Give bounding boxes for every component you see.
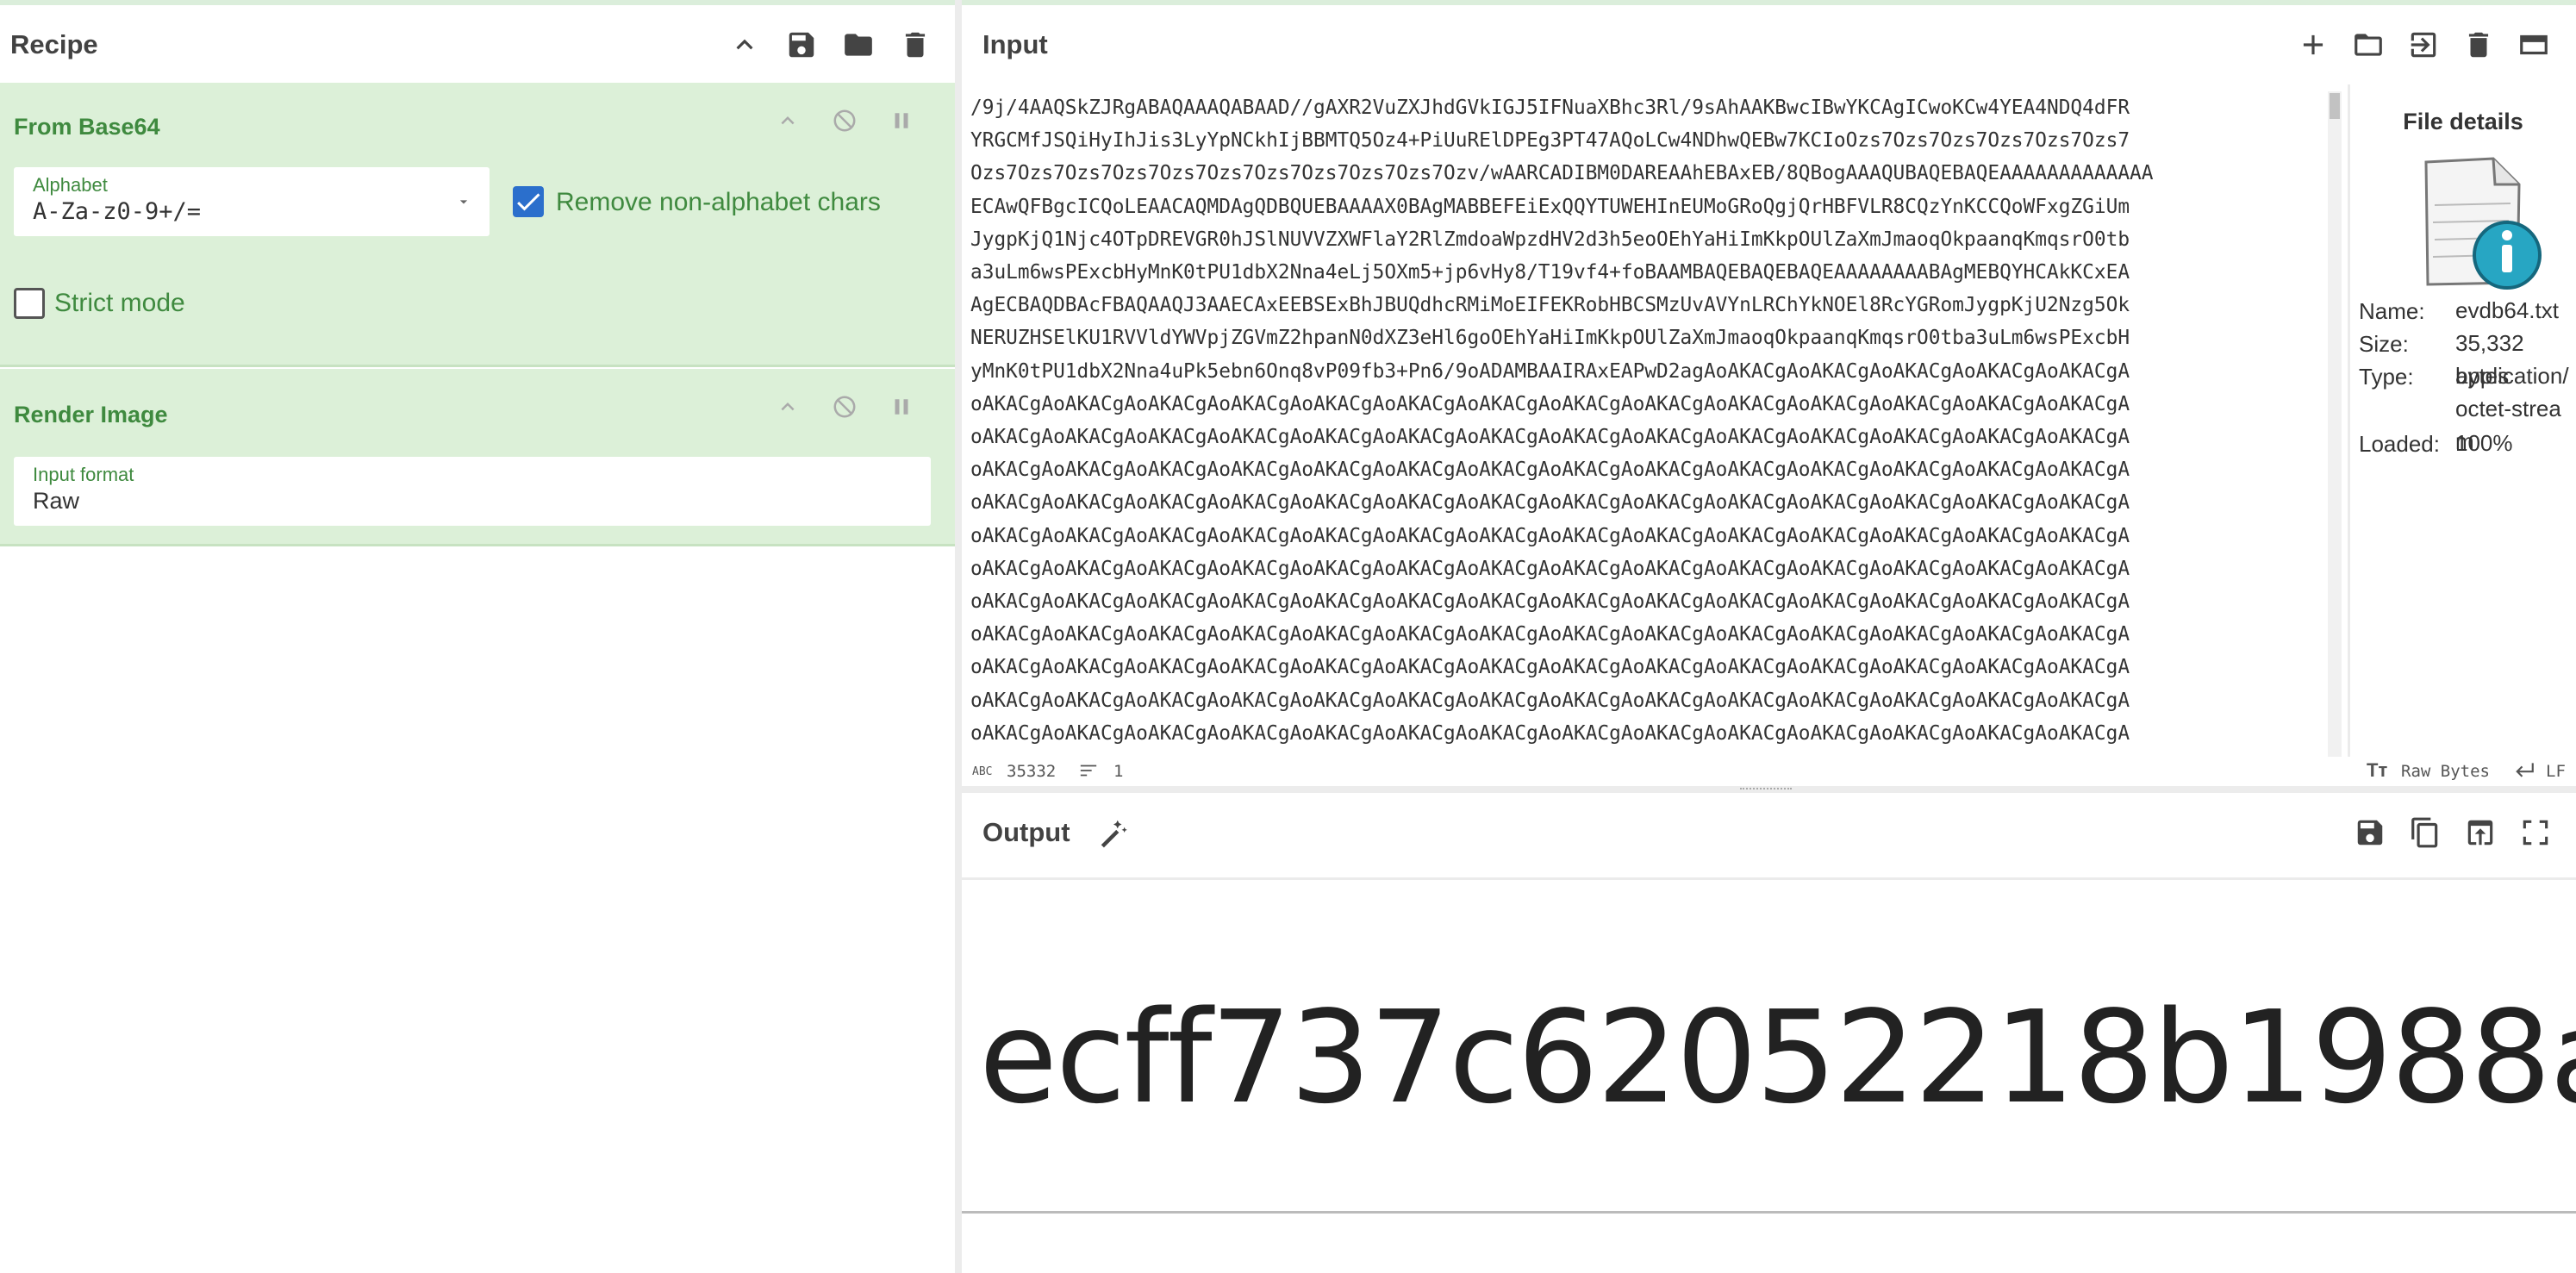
output-pane: Output ecff737c62052218b1988a5d12	[962, 793, 2576, 1273]
input-text-line: /9j/4AAQSkZJRgABAQAAAQABAAD//gAXR2VuZXJh…	[970, 97, 2130, 119]
output-header-controls	[2351, 793, 2554, 872]
input-title: Input	[982, 29, 1048, 59]
input-length: 35332	[1007, 762, 1057, 781]
save-recipe-icon[interactable]	[783, 26, 820, 64]
output-display[interactable]: ecff737c62052218b1988a5d12	[962, 877, 2576, 1214]
disable-operation-icon[interactable]	[826, 102, 864, 140]
operation-controls	[769, 102, 920, 140]
strict-mode-label: Strict mode	[54, 289, 185, 317]
cyberchef-app: Recipe From Base64 Alphabet A-Za-z0-9+/=…	[0, 0, 2576, 1273]
input-text-line: JygpKjQ1Njc4OTpDREVGR0hJSlNUVVZXWFlaY2Rl…	[970, 228, 2130, 251]
maximise-output-icon[interactable]	[2517, 814, 2554, 852]
input-text-line: oAKACgAoAKACgAoAKACgAoAKACgAoAKACgAoAKAC…	[970, 623, 2130, 646]
file-details-panel: File details Name: evdb64.txt Size: 35,3…	[2348, 84, 2576, 757]
file-size-label: Size:	[2359, 331, 2409, 357]
file-info-icon	[2416, 153, 2545, 300]
rendered-image-text: ecff737c62052218b1988a5d12	[979, 983, 2576, 1132]
disable-operation-icon[interactable]	[826, 388, 864, 426]
input-textarea[interactable]: /9j/4AAQSkZJRgABAQAAAQABAAD//gAXR2VuZXJh…	[970, 91, 2325, 757]
alphabet-label: Alphabet	[33, 174, 108, 196]
recipe-pane: Recipe From Base64 Alphabet A-Za-z0-9+/=…	[0, 5, 955, 1273]
file-name-value: evdb64.txt	[2455, 297, 2559, 323]
input-lines: 1	[1113, 762, 1124, 781]
pause-operation-icon[interactable]	[883, 102, 920, 140]
input-text-line: oAKACgAoAKACgAoAKACgAoAKACgAoAKACgAoAKAC…	[970, 392, 2130, 415]
input-format-label: Input format	[33, 464, 134, 485]
input-pane: Input /9j/4AAQSkZJRgABAQAAAQABAAD//gAXR2…	[962, 5, 2576, 781]
copy-output-icon[interactable]	[2406, 814, 2444, 852]
input-text-line: yMnK0tPU1dbX2Nna4uPk5ebn6Onq8vP09fb3+Pn6…	[970, 359, 2130, 383]
input-format-value: Raw	[33, 488, 80, 514]
input-text-line: a3uLm6wsPExcbHyMnK0tPU1dbX2Nna4eLj5OXm5+…	[970, 261, 2130, 284]
pane-divider-vertical[interactable]	[955, 0, 962, 1273]
file-details-title: File details	[2403, 109, 2523, 134]
operation-from-base64[interactable]: From Base64 Alphabet A-Za-z0-9+/= Remove…	[0, 83, 955, 367]
file-loaded-value: 100%	[2455, 430, 2513, 456]
input-format-field[interactable]: Input format Raw	[14, 457, 931, 526]
input-text-line: oAKACgAoAKACgAoAKACgAoAKACgAoAKACgAoAKAC…	[970, 426, 2130, 449]
recipe-title: Recipe	[10, 29, 98, 59]
collapse-operation-icon[interactable]	[769, 388, 807, 426]
save-output-icon[interactable]	[2351, 814, 2389, 852]
magic-wand-icon[interactable]	[1095, 814, 1132, 852]
operation-controls	[769, 388, 920, 426]
input-text-line: ECAwQFBgcICQoLEAACAQMDAgQDBQUEBAAAAX0BAg…	[970, 195, 2130, 218]
eol-icon[interactable]	[2513, 760, 2535, 783]
remove-nonalpha-checkbox[interactable]	[513, 186, 544, 217]
file-name-label: Name:	[2359, 298, 2425, 324]
operation-title: From Base64	[14, 114, 160, 140]
input-text-line: oAKACgAoAKACgAoAKACgAoAKACgAoAKACgAoAKAC…	[970, 557, 2130, 580]
replace-input-with-output-icon[interactable]	[2461, 814, 2499, 852]
output-title: Output	[982, 817, 1070, 847]
collapse-operation-icon[interactable]	[769, 102, 807, 140]
input-encoding[interactable]: Raw Bytes	[2401, 762, 2490, 781]
text-encoding-icon[interactable]: Tт	[2367, 759, 2387, 782]
alphabet-value: A-Za-z0-9+/=	[33, 198, 202, 225]
input-eol[interactable]: LF	[2546, 762, 2566, 781]
output-header: Output	[982, 793, 1132, 872]
input-text-line: oAKACgAoAKACgAoAKACgAoAKACgAoAKACgAoAKAC…	[970, 459, 2130, 482]
input-text-line: Ozs7Ozs7Ozs7Ozs7Ozs7Ozs7Ozs7Ozs7Ozs7Ozs7…	[970, 162, 2154, 185]
input-text-line: oAKACgAoAKACgAoAKACgAoAKACgAoAKACgAoAKAC…	[970, 689, 2130, 712]
input-text-line: AgECBAQDBAcFBAQAAQJ3AAECAxEEBSExBhJBUQdh…	[970, 294, 2130, 317]
input-status-bar: ABC 35332 1 Tт Raw Bytes LF	[962, 755, 2576, 789]
recipe-header: Recipe	[10, 5, 98, 84]
clear-input-trash-icon[interactable]	[2460, 26, 2498, 64]
input-text-line: oAKACgAoAKACgAoAKACgAoAKACgAoAKACgAoAKAC…	[970, 656, 2130, 679]
input-text-line: NERUZHSElKU1RVVldYWVpjZGVmZ2hpanN0dXZ3eH…	[970, 327, 2130, 350]
load-recipe-folder-icon[interactable]	[839, 26, 877, 64]
operation-render-image[interactable]: Render Image Input format Raw	[0, 369, 955, 546]
input-text-line: YRGCMfJSQiHyIhJis3LyYpNCkhIjBBMTQ5Oz4+Pi…	[970, 129, 2130, 153]
input-text-line: oAKACgAoAKACgAoAKACgAoAKACgAoAKACgAoAKAC…	[970, 491, 2130, 515]
scrollbar-thumb[interactable]	[2330, 93, 2340, 119]
checkmark-icon	[517, 193, 540, 211]
open-file-input-icon[interactable]	[2404, 26, 2442, 64]
collapse-all-icon[interactable]	[726, 26, 764, 64]
open-folder-icon[interactable]	[2349, 26, 2387, 64]
alphabet-select[interactable]: Alphabet A-Za-z0-9+/=	[14, 167, 490, 236]
pane-divider-horizontal[interactable]	[962, 786, 2576, 793]
input-text-line: oAKACgAoAKACgAoAKACgAoAKACgAoAKACgAoAKAC…	[970, 524, 2130, 547]
clear-recipe-trash-icon[interactable]	[896, 26, 934, 64]
strict-mode-checkbox[interactable]	[14, 288, 45, 319]
input-text-line: oAKACgAoAKACgAoAKACgAoAKACgAoAKACgAoAKAC…	[970, 721, 2130, 745]
reset-layout-icon[interactable]	[2515, 26, 2553, 64]
recipe-header-controls	[726, 5, 934, 84]
dropdown-caret-icon	[455, 193, 472, 215]
length-label: ABC	[972, 765, 993, 778]
add-tab-plus-icon[interactable]	[2294, 26, 2332, 64]
input-header-controls	[2294, 5, 2553, 84]
input-text-line: oAKACgAoAKACgAoAKACgAoAKACgAoAKACgAoAKAC…	[970, 590, 2130, 614]
file-loaded-label: Loaded:	[2359, 431, 2440, 457]
input-header: Input	[982, 5, 1048, 84]
operation-title: Render Image	[14, 402, 168, 427]
pause-operation-icon[interactable]	[883, 388, 920, 426]
remove-nonalpha-label: Remove non-alphabet chars	[556, 188, 881, 216]
resize-grip[interactable]	[1740, 788, 1792, 791]
lines-icon	[1079, 762, 1098, 783]
file-type-label: Type:	[2359, 364, 2414, 390]
input-scrollbar[interactable]	[2328, 91, 2342, 757]
